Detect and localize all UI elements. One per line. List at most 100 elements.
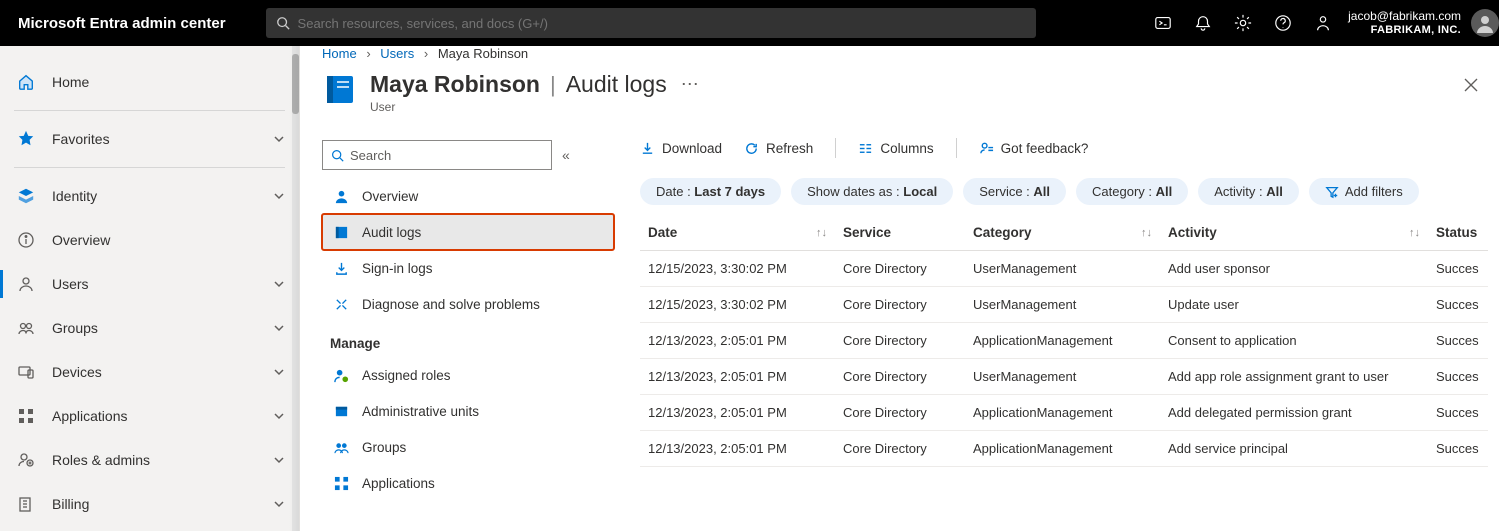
- resource-menu: Search « Overview Audit logs Sign: [322, 126, 620, 531]
- filter-dates-as[interactable]: Show dates as : Local: [791, 178, 953, 205]
- user-icon: [14, 276, 38, 292]
- identity-icon: [14, 187, 38, 205]
- user-block[interactable]: jacob@fabrikam.com FABRIKAM, INC.: [1348, 10, 1461, 35]
- feedback-button[interactable]: Got feedback?: [979, 141, 1089, 156]
- nav-overview[interactable]: Overview: [0, 218, 299, 262]
- add-filter-icon: [1325, 185, 1339, 199]
- filter-service[interactable]: Service : All: [963, 178, 1066, 205]
- audit-table: Date↑↓ Service Category↑↓ Activity↑↓ Sta…: [640, 215, 1488, 467]
- feedback-icon[interactable]: [1314, 14, 1332, 32]
- nav-favorites[interactable]: Favorites: [0, 117, 299, 161]
- breadcrumb: Home › Users › Maya Robinson: [322, 46, 1499, 71]
- page-type: User: [370, 100, 699, 114]
- nav-roles[interactable]: Roles & admins: [0, 438, 299, 482]
- settings-icon[interactable]: [1234, 14, 1252, 32]
- diagnose-icon: [330, 297, 352, 312]
- table-row[interactable]: 12/13/2023, 2:05:01 PMCore DirectoryAppl…: [640, 395, 1488, 431]
- table-row[interactable]: 12/13/2023, 2:05:01 PMCore DirectoryAppl…: [640, 323, 1488, 359]
- th-category[interactable]: Category↑↓: [965, 215, 1160, 251]
- table-row[interactable]: 12/15/2023, 3:30:02 PMCore DirectoryUser…: [640, 251, 1488, 287]
- cell-status: Succes: [1428, 431, 1488, 467]
- page-section: Audit logs: [566, 71, 667, 98]
- cell-service: Core Directory: [835, 395, 965, 431]
- filter-date[interactable]: Date : Last 7 days: [640, 178, 781, 205]
- global-search-input[interactable]: [298, 16, 1026, 31]
- nav-home[interactable]: Home: [0, 60, 299, 104]
- table-row[interactable]: 12/13/2023, 2:05:01 PMCore DirectoryUser…: [640, 359, 1488, 395]
- subnav-signin-logs[interactable]: Sign-in logs: [322, 250, 614, 286]
- cell-category: ApplicationManagement: [965, 323, 1160, 359]
- groups-icon: [14, 320, 38, 336]
- chevron-down-icon: [273, 133, 285, 145]
- th-date[interactable]: Date↑↓: [640, 215, 835, 251]
- nav-scrollbar[interactable]: [292, 46, 299, 531]
- th-status[interactable]: Status: [1428, 215, 1488, 251]
- close-icon[interactable]: [1463, 77, 1479, 93]
- user-email: jacob@fabrikam.com: [1348, 10, 1461, 23]
- search-icon: [276, 16, 298, 30]
- notifications-icon[interactable]: [1194, 14, 1212, 32]
- apps-icon: [14, 408, 38, 424]
- avatar[interactable]: [1471, 9, 1499, 37]
- subnav-admin-units[interactable]: Administrative units: [322, 393, 614, 429]
- subnav-diagnose-label: Diagnose and solve problems: [362, 297, 540, 312]
- refresh-button[interactable]: Refresh: [744, 141, 813, 156]
- star-icon: [14, 130, 38, 148]
- subnav-signin-label: Sign-in logs: [362, 261, 433, 276]
- filter-pills: Date : Last 7 days Show dates as : Local…: [640, 178, 1479, 205]
- resource-search[interactable]: Search: [322, 140, 552, 170]
- nav-devices[interactable]: Devices: [0, 350, 299, 394]
- cell-activity: Add service principal: [1160, 431, 1428, 467]
- nav-groups[interactable]: Groups: [0, 306, 299, 350]
- collapse-icon[interactable]: «: [562, 147, 570, 163]
- download-button[interactable]: Download: [640, 141, 722, 156]
- nav-applications[interactable]: Applications: [0, 394, 299, 438]
- feedback-label: Got feedback?: [1001, 141, 1089, 156]
- add-filters-button[interactable]: Add filters: [1309, 178, 1419, 205]
- subnav-diagnose[interactable]: Diagnose and solve problems: [322, 286, 614, 322]
- admin-units-icon: [330, 404, 352, 419]
- cell-status: Succes: [1428, 323, 1488, 359]
- subnav-audit-logs[interactable]: Audit logs: [322, 214, 614, 250]
- roles-icon: [14, 452, 38, 468]
- nav-billing-label: Billing: [52, 496, 89, 512]
- more-icon[interactable]: ⋯: [681, 74, 699, 95]
- nav-users-label: Users: [52, 276, 89, 292]
- brand-title: Microsoft Entra admin center: [18, 15, 226, 32]
- subnav-admin-units-label: Administrative units: [362, 404, 479, 419]
- signin-icon: [330, 261, 352, 276]
- subnav-assigned-roles[interactable]: Assigned roles: [322, 357, 614, 393]
- cell-service: Core Directory: [835, 251, 965, 287]
- table-row[interactable]: 12/15/2023, 3:30:02 PMCore DirectoryUser…: [640, 287, 1488, 323]
- cell-category: UserManagement: [965, 359, 1160, 395]
- help-icon[interactable]: [1274, 14, 1292, 32]
- th-service[interactable]: Service: [835, 215, 965, 251]
- columns-button[interactable]: Columns: [858, 141, 933, 156]
- global-search[interactable]: [266, 8, 1036, 38]
- sort-icon: ↑↓: [1141, 227, 1152, 239]
- subnav-groups-label: Groups: [362, 440, 406, 455]
- billing-icon: [14, 496, 38, 512]
- breadcrumb-users[interactable]: Users: [380, 46, 414, 61]
- filter-activity[interactable]: Activity : All: [1198, 178, 1299, 205]
- subnav-groups[interactable]: Groups: [322, 429, 614, 465]
- th-activity[interactable]: Activity↑↓: [1160, 215, 1428, 251]
- nav-overview-label: Overview: [52, 232, 110, 248]
- subnav-applications[interactable]: Applications: [322, 465, 614, 501]
- cell-category: ApplicationManagement: [965, 395, 1160, 431]
- nav-identity[interactable]: Identity: [0, 174, 299, 218]
- topbar: Microsoft Entra admin center jacob@fabri…: [0, 0, 1499, 46]
- subnav-overview-label: Overview: [362, 189, 418, 204]
- cell-status: Succes: [1428, 395, 1488, 431]
- subnav-applications-label: Applications: [362, 476, 435, 491]
- nav-devices-label: Devices: [52, 364, 102, 380]
- cloud-shell-icon[interactable]: [1154, 14, 1172, 32]
- filter-category[interactable]: Category : All: [1076, 178, 1188, 205]
- breadcrumb-home[interactable]: Home: [322, 46, 357, 61]
- cell-service: Core Directory: [835, 287, 965, 323]
- nav-billing[interactable]: Billing: [0, 482, 299, 526]
- subnav-overview[interactable]: Overview: [322, 178, 614, 214]
- table-row[interactable]: 12/13/2023, 2:05:01 PMCore DirectoryAppl…: [640, 431, 1488, 467]
- chevron-down-icon: [273, 322, 285, 334]
- nav-users[interactable]: Users: [0, 262, 299, 306]
